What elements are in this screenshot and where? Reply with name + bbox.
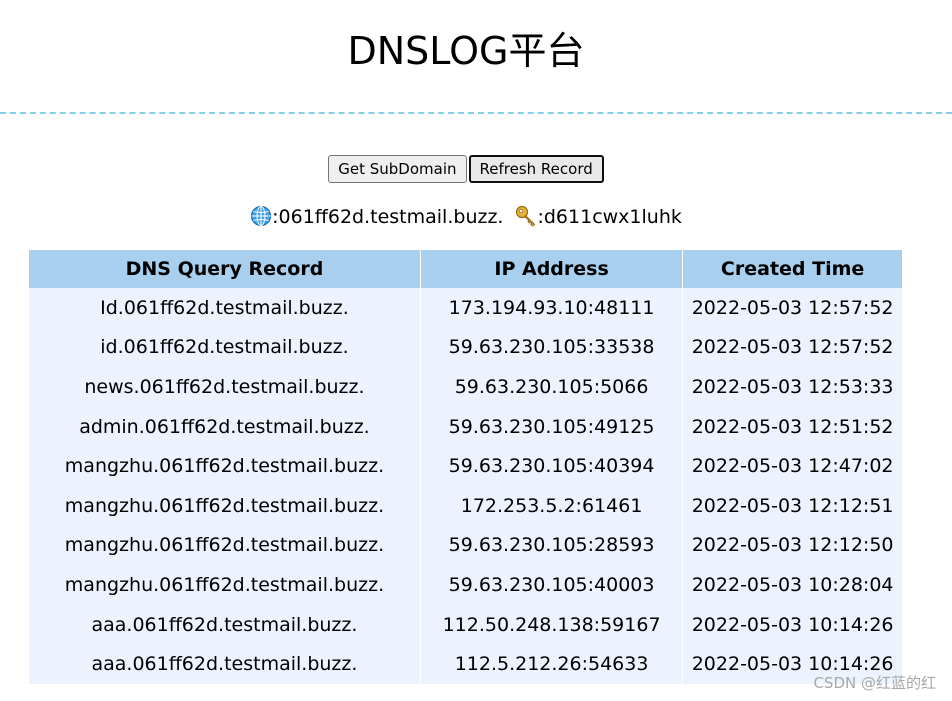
- column-header-ip-address: IP Address: [420, 250, 684, 288]
- dashed-divider: [0, 112, 952, 114]
- table-header-row: DNS Query Record IP Address Created Time: [29, 250, 902, 288]
- table-row: aaa.061ff62d.testmail.buzz. 112.50.248.13…: [29, 604, 902, 645]
- dns-records-table: DNS Query Record IP Address Created Time…: [29, 250, 902, 684]
- table-row: id.061ff62d.testmail.buzz. 59.63.230.105:…: [29, 327, 902, 368]
- ip-address-cell: 59.63.230.105:28593: [420, 525, 684, 566]
- dns-query-cell: aaa.061ff62d.testmail.buzz.: [29, 604, 421, 645]
- created-time-cell: 2022-05-03 10:28:04: [682, 565, 902, 605]
- ip-address-cell: 59.63.230.105:40003: [420, 565, 684, 605]
- dns-query-cell: news.061ff62d.testmail.buzz.: [29, 367, 421, 407]
- created-time-cell: 2022-05-03 12:12:51: [682, 485, 902, 526]
- subdomain-info: :061ff62d.testmail.buzz. :d611cwx1luhk: [0, 204, 932, 230]
- created-time-cell: 2022-05-03 12:51:52: [682, 406, 902, 447]
- ip-address-cell: 59.63.230.105:40394: [420, 446, 684, 486]
- ip-address-cell: 173.194.93.10:48111: [420, 288, 684, 328]
- table-row: mangzhu.061ff62d.testmail.buzz. 59.63.230…: [29, 525, 902, 566]
- column-header-dns-query: DNS Query Record: [29, 250, 421, 288]
- dns-query-cell: mangzhu.061ff62d.testmail.buzz.: [29, 565, 421, 605]
- created-time-cell: 2022-05-03 12:53:33: [682, 367, 902, 407]
- column-header-created-time: Created Time: [682, 250, 902, 288]
- dns-query-cell: id.061ff62d.testmail.buzz.: [29, 327, 421, 368]
- ip-address-cell: 112.5.212.26:54633: [420, 644, 684, 684]
- dns-query-cell: aaa.061ff62d.testmail.buzz.: [29, 644, 421, 684]
- ip-address-cell: 172.253.5.2:61461: [420, 485, 684, 526]
- dns-query-cell: Id.061ff62d.testmail.buzz.: [29, 288, 421, 328]
- toolbar: Get SubDomain Refresh Record: [0, 155, 932, 183]
- dns-query-cell: mangzhu.061ff62d.testmail.buzz.: [29, 446, 421, 486]
- table-row: news.061ff62d.testmail.buzz. 59.63.230.10…: [29, 367, 902, 407]
- page-title: DNSLOG平台: [347, 29, 585, 73]
- subdomain-value: :061ff62d.testmail.buzz.: [272, 206, 504, 228]
- created-time-cell: 2022-05-03 12:12:50: [682, 525, 902, 566]
- table-row: aaa.061ff62d.testmail.buzz. 112.5.212.26:…: [29, 644, 902, 684]
- ip-address-cell: 59.63.230.105:5066: [420, 367, 684, 407]
- ip-address-cell: 59.63.230.105:33538: [420, 327, 684, 368]
- created-time-cell: 2022-05-03 12:47:02: [682, 446, 902, 486]
- get-subdomain-button[interactable]: Get SubDomain: [328, 155, 467, 183]
- ip-address-cell: 112.50.248.138:59167: [420, 604, 684, 645]
- created-time-cell: 2022-05-03 10:14:26: [682, 604, 902, 645]
- table-row: admin.061ff62d.testmail.buzz. 59.63.230.1…: [29, 406, 902, 447]
- dns-query-cell: mangzhu.061ff62d.testmail.buzz.: [29, 485, 421, 526]
- created-time-cell: 2022-05-03 12:57:52: [682, 288, 902, 328]
- key-icon: [515, 205, 537, 227]
- table-row: mangzhu.061ff62d.testmail.buzz. 59.63.230…: [29, 446, 902, 486]
- globe-icon: [250, 205, 272, 227]
- dns-query-cell: mangzhu.061ff62d.testmail.buzz.: [29, 525, 421, 566]
- dns-query-cell: admin.061ff62d.testmail.buzz.: [29, 406, 421, 447]
- table-row: mangzhu.061ff62d.testmail.buzz. 59.63.230…: [29, 565, 902, 605]
- table-row: Id.061ff62d.testmail.buzz. 173.194.93.10:…: [29, 288, 902, 328]
- dnslog-page: DNSLOG平台 Get SubDomain Refresh Record :0…: [0, 0, 952, 701]
- created-time-cell: 2022-05-03 12:57:52: [682, 327, 902, 368]
- table-body: Id.061ff62d.testmail.buzz. 173.194.93.10:…: [29, 288, 902, 684]
- token-value: :d611cwx1luhk: [537, 206, 682, 228]
- refresh-record-button[interactable]: Refresh Record: [468, 155, 604, 183]
- csdn-watermark: CSDN @红蓝的红: [813, 674, 936, 692]
- table-row: mangzhu.061ff62d.testmail.buzz. 172.253.5…: [29, 485, 902, 526]
- ip-address-cell: 59.63.230.105:49125: [420, 406, 684, 447]
